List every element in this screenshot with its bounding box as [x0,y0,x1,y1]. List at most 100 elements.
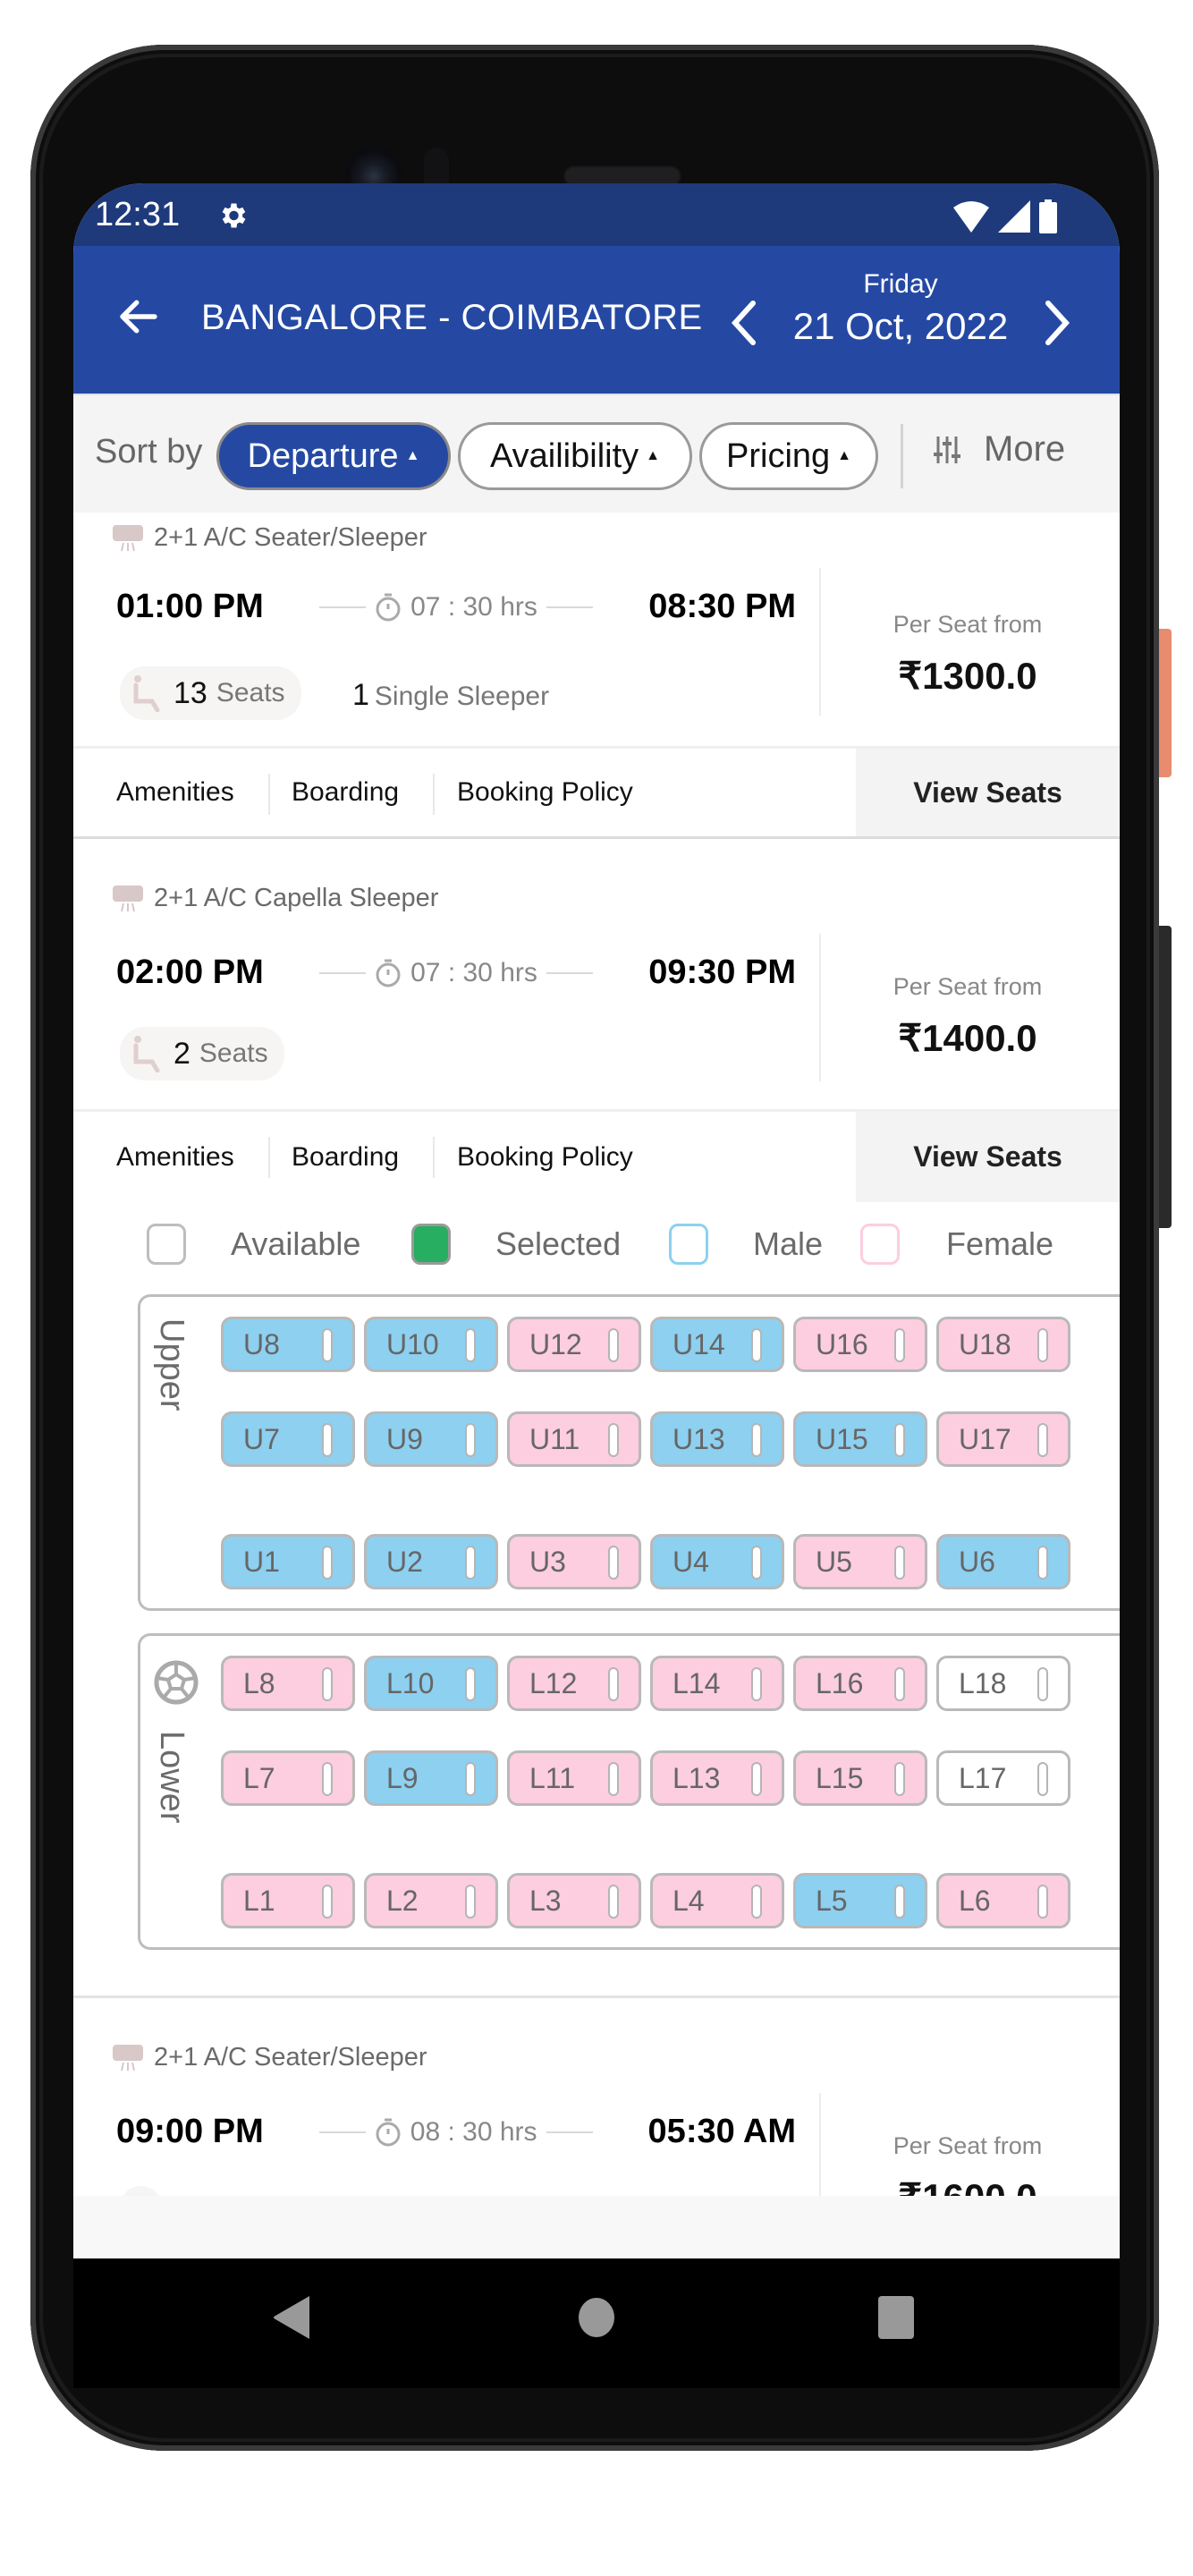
seat-l16[interactable]: L16 [793,1656,927,1711]
seat-l8[interactable]: L8 [221,1656,355,1711]
volume-button[interactable] [1159,926,1172,1228]
seat-l5[interactable]: L5 [793,1873,927,1928]
sort-arrow-icon: ▲ [646,448,660,463]
seat-legend: Available Selected Male Female [73,1215,1120,1277]
pillow-icon [465,1885,476,1919]
seat-l13[interactable]: L13 [650,1750,784,1806]
app-screen: 12:31 BANGALORE - COIMBATORE Friday 21 O… [73,183,1120,2388]
arrival-time: 05:30 AM [647,2113,796,2150]
arrow-left-icon[interactable] [114,292,163,341]
seat-number: L17 [959,1761,1007,1794]
pillow-icon [608,1885,619,1919]
bus-type: 2+1 A/C Seater/Sleeper [113,523,427,553]
sort-label: Sort by [95,433,203,470]
app-header: BANGALORE - COIMBATORE Friday 21 Oct, 20… [73,246,1120,394]
seat-u14[interactable]: U14 [650,1317,784,1372]
stopwatch-icon [376,2118,401,2146]
pillow-icon [894,1546,905,1580]
pillow-icon [1037,1667,1048,1701]
nav-recents-icon[interactable] [876,2294,916,2341]
seat-l10[interactable]: L10 [364,1656,498,1711]
seat-u5[interactable]: U5 [793,1534,927,1589]
pillow-icon [608,1667,619,1701]
seat-u17[interactable]: U17 [936,1411,1070,1467]
seat-u1[interactable]: U1 [221,1534,355,1589]
booking-policy-link[interactable]: Booking Policy [457,749,633,836]
seat-number: U7 [243,1422,280,1455]
sort-divider [901,424,903,488]
seat-l3[interactable]: L3 [507,1873,641,1928]
seat-l7[interactable]: L7 [221,1750,355,1806]
sort-departure-chip[interactable]: Departure ▲ [216,422,451,490]
seat-u11[interactable]: U11 [507,1411,641,1467]
seat-u13[interactable]: U13 [650,1411,784,1467]
pillow-icon [894,1667,905,1701]
seat-u16[interactable]: U16 [793,1317,927,1372]
sort-pricing-chip[interactable]: Pricing ▲ [699,422,878,490]
ac-icon [113,524,143,551]
ac-icon [113,2044,143,2071]
view-seats-button[interactable]: View Seats [856,749,1120,836]
nav-home-icon[interactable] [577,2294,616,2341]
duration-text: 08 : 30 hrs [410,2116,537,2147]
seat-number: L13 [673,1761,721,1794]
seat-l9[interactable]: L9 [364,1750,498,1806]
bus-card: 2+1 A/C Seater/Sleeper 09:00 PM 08 : 30 … [73,1996,1120,2240]
seat-u12[interactable]: U12 [507,1317,641,1372]
seat-l2[interactable]: L2 [364,1873,498,1928]
seat-l11[interactable]: L11 [507,1750,641,1806]
chevron-right-icon[interactable] [1039,298,1075,348]
timing-row: 02:00 PM 07 : 30 hrs 09:30 PM [116,953,796,992]
bus-type-label: 2+1 A/C Seater/Sleeper [154,523,427,552]
nav-back-icon[interactable] [272,2294,311,2341]
pillow-icon [894,1328,905,1362]
seat-u15[interactable]: U15 [793,1411,927,1467]
power-button[interactable] [1159,629,1172,777]
seat-u7[interactable]: U7 [221,1411,355,1467]
travel-date: 21 Oct, 2022 [792,305,1009,347]
seat-u3[interactable]: U3 [507,1534,641,1589]
seat-l17[interactable]: L17 [936,1750,1070,1806]
pillow-icon [751,1885,762,1919]
booking-policy-link[interactable]: Booking Policy [457,1112,633,1202]
more-filters-button[interactable]: More [934,429,1065,470]
price-label: Per Seat from [893,973,1043,1000]
pillow-icon [322,1546,333,1580]
seat-l18[interactable]: L18 [936,1656,1070,1711]
pillow-icon [1037,1762,1048,1796]
seat-l14[interactable]: L14 [650,1656,784,1711]
chevron-left-icon[interactable] [726,298,762,348]
seat-u18[interactable]: U18 [936,1317,1070,1372]
amenities-link[interactable]: Amenities [116,749,234,836]
seat-number: L4 [673,1884,705,1917]
view-seats-button[interactable]: View Seats [856,1112,1120,1202]
seat-number: U9 [386,1422,423,1455]
seat-number: U2 [386,1545,423,1578]
seat-u6[interactable]: U6 [936,1534,1070,1589]
seats-count: 13 [173,675,207,710]
pillow-icon [322,1667,333,1701]
action-separator [268,1137,270,1178]
seat-l4[interactable]: L4 [650,1873,784,1928]
settings-gear-icon [222,203,246,228]
pillow-icon [751,1328,762,1362]
amenities-link[interactable]: Amenities [116,1112,234,1202]
seat-u2[interactable]: U2 [364,1534,498,1589]
boarding-link[interactable]: Boarding [292,1112,399,1202]
seat-u8[interactable]: U8 [221,1317,355,1372]
sort-availability-chip[interactable]: Availibility ▲ [458,422,692,490]
departure-time: 01:00 PM [116,588,264,625]
price-label: Per Seat from [893,2132,1043,2159]
seat-l15[interactable]: L15 [793,1750,927,1806]
seat-u9[interactable]: U9 [364,1411,498,1467]
seat-u10[interactable]: U10 [364,1317,498,1372]
seat-l1[interactable]: L1 [221,1873,355,1928]
sliders-icon [934,436,960,463]
seats-count: 2 [173,1036,190,1071]
seat-u4[interactable]: U4 [650,1534,784,1589]
seat-l6[interactable]: L6 [936,1873,1070,1928]
seats-label: Seats [199,1038,268,1068]
price: ₹1400.0 [898,1017,1037,1059]
seat-l12[interactable]: L12 [507,1656,641,1711]
boarding-link[interactable]: Boarding [292,749,399,836]
